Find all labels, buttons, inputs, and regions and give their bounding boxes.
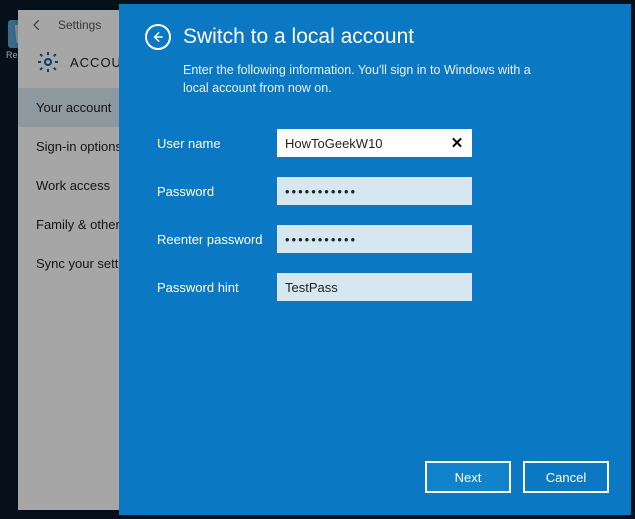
row-username: User name ✕ — [157, 129, 605, 157]
reenter-password-label: Reenter password — [157, 232, 277, 247]
modal-subtitle: Enter the following information. You'll … — [119, 56, 579, 103]
row-password: Password — [157, 177, 605, 205]
modal-footer: Next Cancel — [119, 461, 631, 515]
row-reenter-password: Reenter password — [157, 225, 605, 253]
username-label: User name — [157, 136, 277, 151]
modal-form: User name ✕ Password Reenter password — [119, 103, 631, 321]
local-account-modal: Switch to a local account Enter the foll… — [119, 4, 631, 515]
reenter-password-input[interactable] — [277, 225, 472, 253]
modal-header: Switch to a local account — [119, 4, 631, 56]
screen: Recycle Settings ACCOUNTS Your account — [0, 0, 635, 519]
clear-username-icon[interactable]: ✕ — [446, 132, 468, 154]
modal-back-button[interactable] — [145, 24, 171, 50]
password-label: Password — [157, 184, 277, 199]
modal-title: Switch to a local account — [183, 25, 414, 49]
row-password-hint: Password hint — [157, 273, 605, 301]
username-input[interactable] — [277, 129, 472, 157]
next-button[interactable]: Next — [425, 461, 511, 493]
password-hint-input[interactable] — [277, 273, 472, 301]
cancel-button[interactable]: Cancel — [523, 461, 609, 493]
password-hint-label: Password hint — [157, 280, 277, 295]
password-input[interactable] — [277, 177, 472, 205]
